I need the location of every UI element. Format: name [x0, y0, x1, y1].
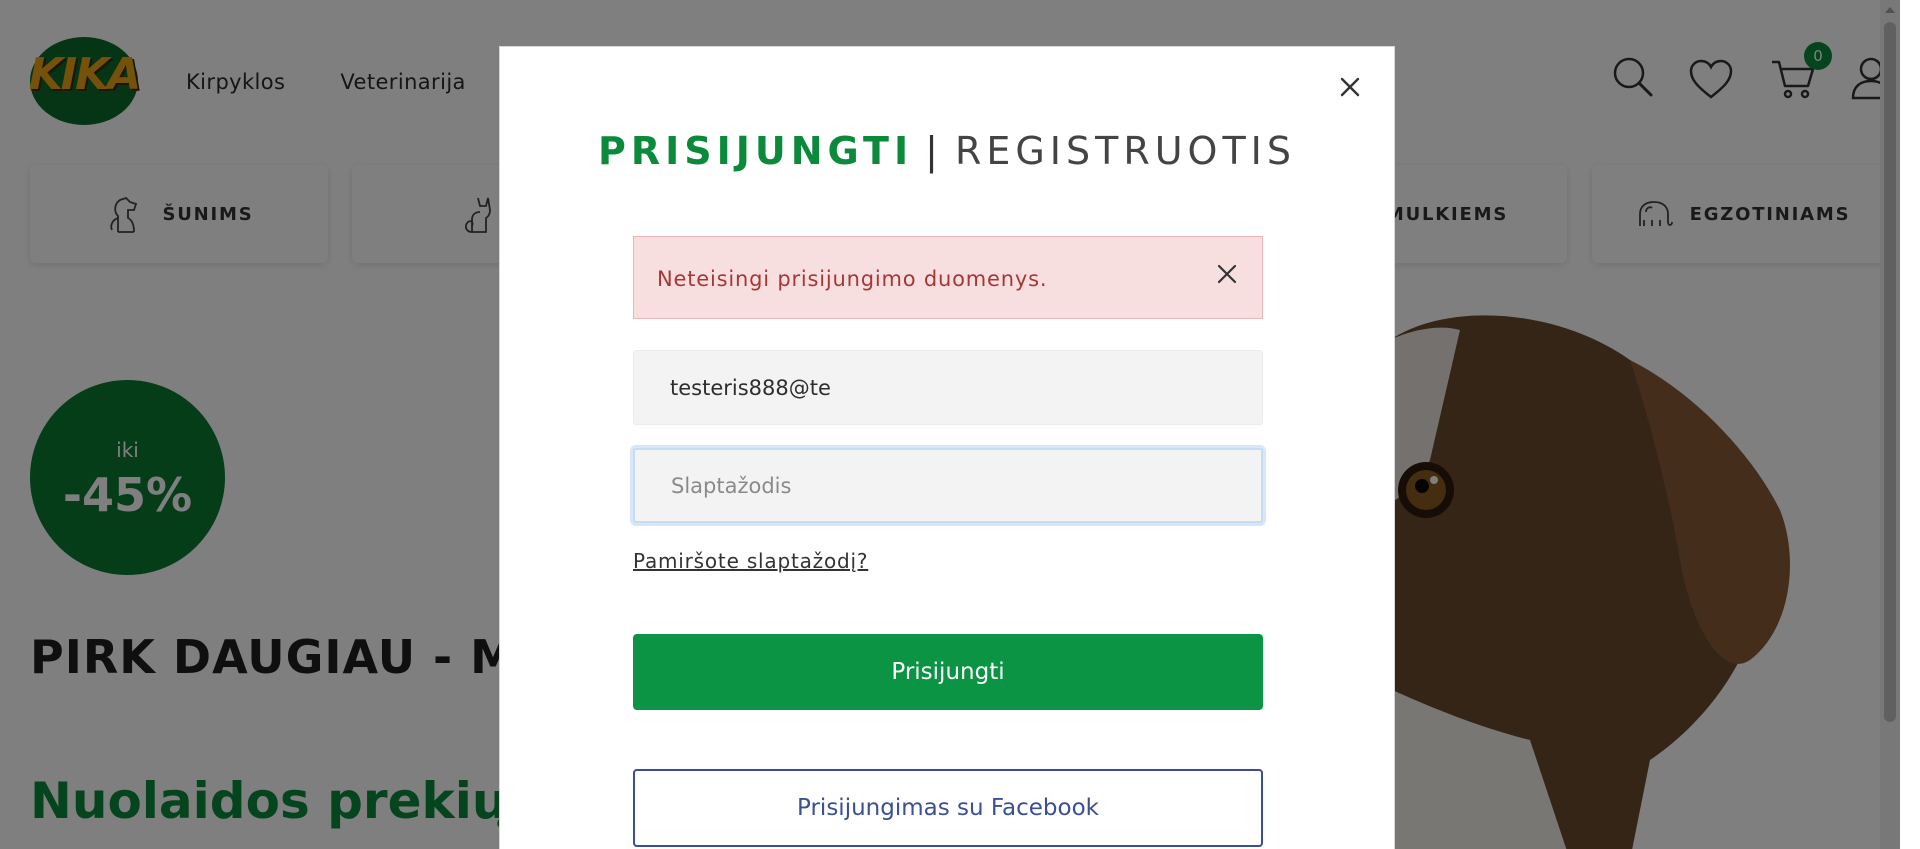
- tab-separator: |: [925, 129, 943, 173]
- login-modal: PRISIJUNGTI | REGISTRUOTIS Neteisingi pris…: [499, 46, 1395, 849]
- email-value: testeris888@te: [670, 375, 831, 400]
- tab-register[interactable]: REGISTRUOTIS: [955, 129, 1296, 173]
- forgot-password-link[interactable]: Pamiršote slaptažodį?: [633, 549, 868, 573]
- alert-close-icon[interactable]: [1212, 259, 1242, 289]
- email-field[interactable]: testeris888@te: [633, 350, 1263, 425]
- auth-tabs: PRISIJUNGTI | REGISTRUOTIS: [500, 129, 1394, 173]
- password-field[interactable]: Slaptažodis: [633, 448, 1263, 523]
- facebook-login-button[interactable]: Prisijungimas su Facebook: [633, 769, 1263, 847]
- close-icon[interactable]: [1332, 69, 1368, 105]
- error-alert: Neteisingi prisijungimo duomenys.: [633, 236, 1263, 319]
- error-message: Neteisingi prisijungimo duomenys.: [657, 267, 1048, 291]
- login-button[interactable]: Prisijungti: [633, 634, 1263, 710]
- tab-login[interactable]: PRISIJUNGTI: [598, 129, 913, 173]
- password-placeholder: Slaptažodis: [671, 473, 792, 498]
